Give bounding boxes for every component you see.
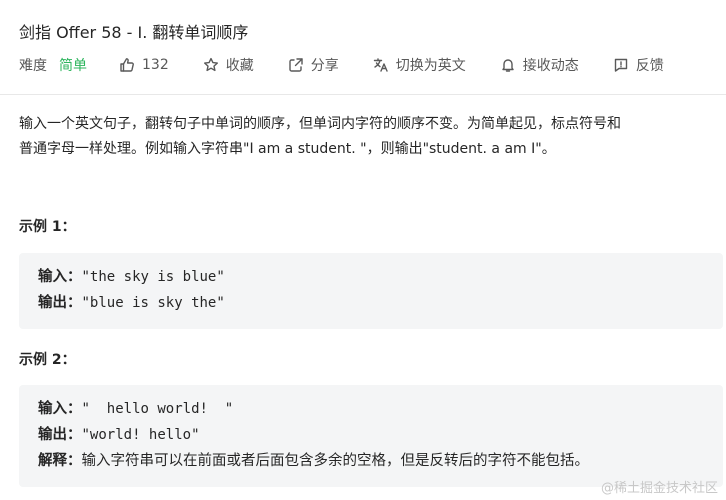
output-value: "world! hello" — [81, 427, 200, 443]
description-line-2: 普通字母一样处理。例如输入字符串"I am a student. "，则输出"s… — [19, 141, 556, 157]
input-value: "the sky is blue" — [81, 269, 225, 285]
input-label: 输入： — [38, 401, 82, 417]
difficulty-label: 难度 — [19, 58, 47, 74]
feedback-icon — [614, 58, 627, 72]
output-label: 输出： — [38, 295, 82, 311]
example-1-input: 输入："the sky is blue" — [38, 264, 723, 290]
switch-language-button[interactable]: 切换为英文 — [373, 55, 466, 75]
example-2-title: 示例 2： — [19, 352, 76, 368]
header-divider — [0, 94, 726, 95]
notify-label: 接收动态 — [522, 58, 579, 74]
favorite-button[interactable]: 收藏 — [203, 55, 254, 75]
bell-icon — [502, 59, 514, 72]
share-icon — [289, 58, 303, 72]
translate-icon — [373, 58, 388, 72]
example-2-explanation: 解释：输入字符串可以在前面或者后面包含多余的空格，但是反转后的字符不能包括。 — [38, 448, 723, 474]
example-1-box: 输入："the sky is blue" 输出："blue is sky the… — [19, 253, 723, 329]
share-button[interactable]: 分享 — [288, 55, 339, 75]
share-label: 分享 — [310, 58, 339, 74]
feedback-label: 反馈 — [635, 58, 664, 74]
thumbs-up-icon — [120, 58, 134, 72]
output-label: 输出： — [38, 427, 82, 443]
example-2-input: 输入：" hello world! " — [38, 396, 723, 422]
star-icon — [203, 57, 218, 72]
input-label: 输入： — [38, 269, 82, 285]
problem-description: 输入一个英文句子，翻转句子中单词的顺序，但单词内字符的顺序不变。为简单起见，标点… — [19, 112, 719, 162]
favorite-label: 收藏 — [225, 58, 254, 74]
difficulty-value: 简单 — [59, 58, 87, 74]
example-1-output: 输出："blue is sky the" — [38, 290, 723, 316]
description-line-1: 输入一个英文句子，翻转句子中单词的顺序，但单词内字符的顺序不变。为简单起见，标点… — [19, 116, 621, 132]
like-button[interactable]: 132 — [119, 57, 169, 73]
example-2-box: 输入：" hello world! " 输出："world! hello" 解释… — [19, 385, 723, 487]
feedback-button[interactable]: 反馈 — [613, 55, 664, 75]
output-value: "blue is sky the" — [81, 295, 225, 311]
notify-button[interactable]: 接收动态 — [500, 55, 579, 75]
input-value: " hello world! " — [81, 401, 234, 417]
example-1-title: 示例 1： — [19, 219, 76, 235]
explain-value: 输入字符串可以在前面或者后面包含多余的空格，但是反转后的字符不能包括。 — [81, 453, 590, 469]
explain-label: 解释： — [38, 453, 82, 469]
watermark: @稀土掘金技术社区 — [600, 481, 718, 496]
problem-title: 剑指 Offer 58 - I. 翻转单词顺序 — [19, 23, 249, 42]
like-count: 132 — [142, 57, 169, 73]
example-2-output: 输出："world! hello" — [38, 422, 723, 448]
problem-toolbar: 难度 简单 132 收藏 分享 切换为英文 接收动态 反馈 — [19, 55, 698, 75]
switch-language-label: 切换为英文 — [395, 58, 466, 74]
